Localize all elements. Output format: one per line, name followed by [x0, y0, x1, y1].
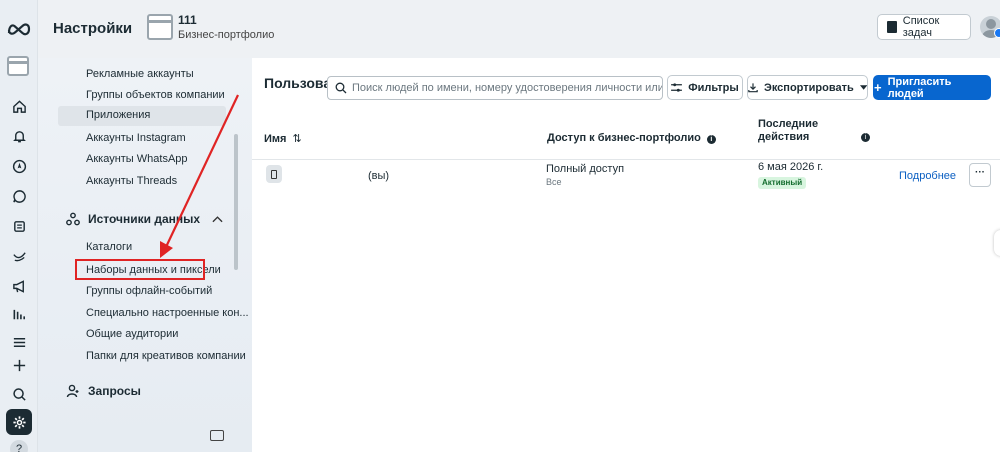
- nav-item-offline-event-sets[interactable]: Группы офлайн-событий: [86, 285, 212, 297]
- last-activity-date: 6 мая 2026 г.: [758, 161, 824, 173]
- sort-icon[interactable]: ⇅: [293, 133, 302, 145]
- top-bar: Настройки 111 Бизнес-портфолио Список за…: [38, 0, 1000, 58]
- status-badge: Активный: [758, 177, 807, 189]
- search-placeholder: Поиск людей по имени, номеру удостоверен…: [352, 82, 663, 94]
- column-access-label: Доступ к бизнес-портфолио: [547, 132, 701, 144]
- requests-icon: [66, 384, 80, 398]
- search-icon: [335, 82, 347, 94]
- section-requests[interactable]: Запросы: [66, 384, 141, 398]
- info-icon[interactable]: i: [861, 133, 870, 142]
- user-name: (вы): [368, 170, 390, 182]
- nav-item-asset-groups[interactable]: Группы объектов компании: [86, 89, 225, 101]
- main-content: Пользователи Поиск людей по имени, номер…: [252, 58, 1000, 452]
- caret-down-icon: [859, 85, 867, 90]
- column-last-activity-line1: Последние: [758, 118, 819, 130]
- business-portfolio-subtitle: Бизнес-портфолио: [178, 29, 275, 41]
- column-header-name[interactable]: Имя ⇅: [264, 132, 302, 145]
- column-header-access[interactable]: Доступ к бизнес-портфолио i: [547, 132, 716, 144]
- column-name-label: Имя: [264, 133, 287, 145]
- tasks-list-button[interactable]: Список задач: [877, 14, 971, 40]
- catalog-icon[interactable]: [9, 216, 29, 236]
- help-icon[interactable]: ?: [10, 440, 28, 452]
- filters-button[interactable]: Фильтры: [667, 75, 743, 100]
- search-input[interactable]: Поиск людей по имени, номеру удостоверен…: [327, 76, 663, 100]
- chart-icon[interactable]: [9, 304, 29, 324]
- invite-label: Пригласить людей: [887, 75, 952, 100]
- table-header: Имя ⇅ Доступ к бизнес-портфолио i Последн…: [252, 116, 1000, 160]
- home-icon[interactable]: [9, 96, 29, 116]
- meta-logo[interactable]: [7, 22, 31, 36]
- section-data-sources-label: Источники данных: [88, 212, 201, 226]
- nav-item-whatsapp-accounts[interactable]: Аккаунты WhatsApp: [86, 153, 188, 165]
- collapse-panel-icon[interactable]: [210, 430, 224, 441]
- annotation-highlight-box: [75, 259, 205, 280]
- plus-icon[interactable]: [9, 355, 29, 375]
- nav-item-apps[interactable]: Приложения: [58, 106, 226, 126]
- column-header-last-activity[interactable]: Последние действия: [758, 118, 818, 144]
- table-row[interactable]: (вы) Полный доступ Все 6 мая 2026 г. Акт…: [252, 160, 1000, 190]
- nav-item-ad-accounts[interactable]: Рекламные аккаунты: [86, 68, 194, 80]
- nav-item-threads-accounts[interactable]: Аккаунты Threads: [86, 175, 177, 187]
- portfolio-icon[interactable]: [7, 56, 29, 76]
- megaphone-icon[interactable]: [9, 276, 29, 296]
- task-list-icon: [887, 21, 897, 33]
- nav-item-custom-conversions[interactable]: Специально настроенные кон...: [86, 307, 249, 319]
- export-label: Экспортировать: [764, 81, 854, 94]
- business-portfolio-icon[interactable]: [147, 14, 173, 40]
- section-requests-label: Запросы: [88, 384, 141, 398]
- data-sources-icon: [66, 212, 80, 226]
- section-data-sources[interactable]: Источники данных: [66, 212, 200, 226]
- tasks-list-label: Список задач: [902, 15, 940, 39]
- export-button[interactable]: Экспортировать: [747, 75, 868, 100]
- access-level: Полный доступ: [546, 163, 625, 175]
- details-link[interactable]: Подробнее: [899, 170, 956, 182]
- page-title: Пользователи: [264, 75, 330, 91]
- invite-people-button[interactable]: + Пригласить людей: [873, 75, 991, 100]
- column-last-activity-line2: действия: [758, 131, 810, 143]
- access-scope: Все: [546, 177, 562, 187]
- settings-icon[interactable]: [6, 409, 32, 435]
- nav-item-shared-audiences[interactable]: Общие аудитории: [86, 328, 178, 340]
- search-icon[interactable]: [9, 384, 29, 404]
- more-options-button[interactable]: ···: [969, 163, 991, 187]
- ads-icon[interactable]: [9, 246, 29, 266]
- plus-icon: +: [874, 80, 882, 95]
- side-panel-handle[interactable]: [994, 230, 1000, 256]
- settings-nav: Рекламные аккаунты Группы объектов компа…: [38, 58, 252, 452]
- menu-icon[interactable]: [9, 332, 29, 352]
- left-rail: ?: [0, 0, 38, 452]
- nav-item-instagram-accounts[interactable]: Аккаунты Instagram: [86, 132, 186, 144]
- business-portfolio-name[interactable]: 111: [178, 13, 197, 27]
- filters-icon: [671, 83, 683, 92]
- nav-item-catalogs[interactable]: Каталоги: [86, 241, 132, 253]
- facebook-badge-icon: [994, 28, 1000, 38]
- page-header-title: Настройки: [53, 20, 133, 37]
- nav-item-creative-folders[interactable]: Папки для креативов компании: [86, 350, 246, 362]
- user-badge-icon: [266, 165, 282, 183]
- nav-scrollbar[interactable]: [234, 134, 238, 270]
- info-icon[interactable]: i: [706, 135, 716, 144]
- compass-icon[interactable]: [9, 156, 29, 176]
- download-icon: [748, 83, 758, 93]
- chat-icon[interactable]: [9, 186, 29, 206]
- chevron-up-icon[interactable]: [212, 212, 223, 226]
- bell-icon[interactable]: [9, 126, 29, 146]
- filters-label: Фильтры: [688, 81, 739, 94]
